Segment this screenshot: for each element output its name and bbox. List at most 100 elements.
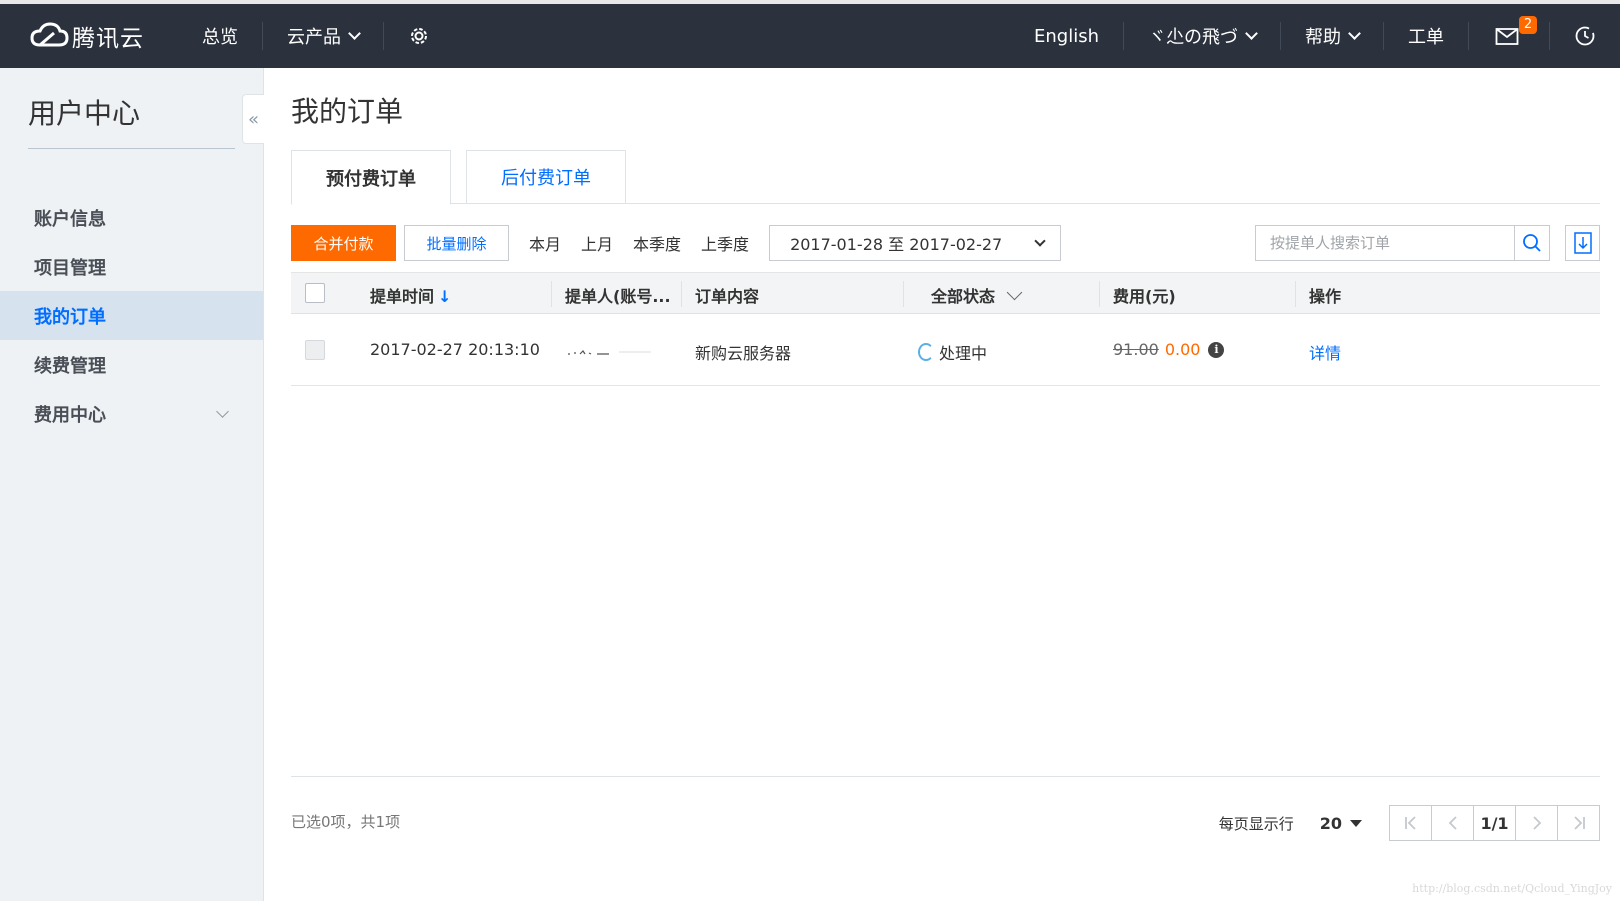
detail-link-label: 详情: [1309, 344, 1342, 363]
range-this-quarter[interactable]: 本季度: [633, 231, 681, 255]
brand-logo[interactable]: 腾讯云: [28, 19, 178, 53]
order-content: 新购云服务器: [695, 344, 792, 363]
column-divider: [903, 281, 904, 307]
chevron-down-icon: [1348, 27, 1361, 40]
status-filter-label: 全部状态: [931, 287, 996, 306]
chevron-down-icon: [1034, 235, 1046, 247]
sidebar: 用户中心 账户信息 项目管理 我的订单 续费管理 费用中心: [0, 68, 264, 901]
chevron-down-icon: [1245, 27, 1258, 40]
per-page-value: 20: [1319, 813, 1342, 833]
double-chevron-left-icon: «: [247, 108, 259, 130]
range-last-quarter[interactable]: 上季度: [701, 231, 749, 255]
chevron-left-icon: [1448, 816, 1457, 830]
search-icon: [1523, 234, 1541, 252]
table-row: 2017-02-27 20:13:10 新购云服务器 处理中 91.00 0.0…: [291, 314, 1600, 386]
range-last-month[interactable]: 上月: [581, 231, 613, 255]
header-time[interactable]: 提单时间 ↓: [370, 283, 451, 307]
date-range-select[interactable]: 2017-01-28 至 2017-02-27: [769, 225, 1062, 261]
language-label: English: [1034, 25, 1099, 47]
order-status: 处理中: [918, 340, 987, 364]
export-download-button[interactable]: [1565, 225, 1600, 261]
submitter-search-input[interactable]: [1255, 225, 1515, 261]
nav-overview[interactable]: 总览: [178, 2, 262, 70]
first-page-button[interactable]: [1389, 805, 1432, 841]
actual-price: 0.00: [1164, 340, 1201, 359]
nav-products[interactable]: 云产品: [263, 2, 383, 70]
brand-name: 腾讯云: [72, 26, 144, 52]
sidebar-collapse-button[interactable]: «: [242, 94, 264, 144]
order-status-label: 处理中: [939, 344, 988, 363]
search-group: [1255, 225, 1600, 261]
chevron-down-icon: [348, 27, 361, 40]
chevron-right-icon: [1532, 816, 1541, 830]
sidebar-item-label: 项目管理: [34, 257, 106, 279]
selection-summary: 已选0项，共1项: [291, 813, 401, 831]
chevron-down-icon: [1006, 284, 1023, 300]
row-checkbox[interactable]: [305, 340, 325, 360]
search-button[interactable]: [1515, 225, 1550, 261]
sort-desc-icon: ↓: [438, 287, 452, 306]
header-time-label: 提单时间: [370, 287, 435, 306]
tab-postpaid-orders[interactable]: 后付费订单: [466, 150, 626, 204]
ticket-link[interactable]: 工单: [1384, 2, 1468, 70]
next-page-button[interactable]: [1515, 805, 1558, 841]
tab-label: 后付费订单: [501, 168, 591, 189]
language-switch[interactable]: English: [1010, 2, 1123, 70]
order-fee: 91.00 0.00 i: [1113, 340, 1225, 359]
help-label: 帮助: [1305, 27, 1341, 48]
header-submitter: 提单人(账号...: [565, 287, 671, 306]
column-divider: [1295, 281, 1296, 307]
download-icon: [1573, 232, 1592, 254]
orders-table: 提单时间 ↓ 提单人(账号... 订单内容 全部状态 费用(元) 操作 2017-…: [291, 272, 1600, 386]
chevron-down-icon: [216, 405, 229, 418]
help-menu[interactable]: 帮助: [1281, 2, 1383, 70]
settings-button[interactable]: [384, 2, 454, 70]
select-all-checkbox[interactable]: [305, 283, 325, 303]
mail-icon: [1495, 28, 1519, 45]
watermark-text: http://blog.csdn.net/Qcloud_YingJoy: [1412, 882, 1612, 895]
merge-pay-button[interactable]: 合并付款: [291, 225, 396, 261]
loading-spinner-icon: [918, 343, 934, 361]
status-filter[interactable]: 全部状态: [931, 283, 1023, 307]
sidebar-item-my-orders[interactable]: 我的订单: [0, 291, 263, 340]
clock-icon: [1575, 26, 1595, 46]
sidebar-item-renewal-management[interactable]: 续费管理: [0, 340, 263, 389]
ticket-label: 工单: [1408, 27, 1444, 48]
main-content: 我的订单 预付费订单 后付费订单 合并付款 批量删除 本月 上月 本季度 上季度…: [291, 68, 1600, 386]
page-indicator: 1/1: [1473, 805, 1516, 841]
sidebar-item-project-management[interactable]: 项目管理: [0, 242, 263, 291]
range-this-month[interactable]: 本月: [529, 231, 561, 255]
order-toolbar: 合并付款 批量删除 本月 上月 本季度 上季度 2017-01-28 至 201…: [291, 224, 1600, 262]
column-divider: [1099, 281, 1100, 307]
column-divider: [681, 281, 682, 307]
order-detail-link[interactable]: 详情: [1309, 340, 1341, 364]
sidebar-item-account-info[interactable]: 账户信息: [0, 193, 263, 242]
history-button[interactable]: [1550, 2, 1620, 70]
info-icon[interactable]: i: [1208, 341, 1225, 358]
sidebar-item-label: 账户信息: [34, 208, 106, 230]
sidebar-item-label: 我的订单: [34, 306, 106, 328]
tab-prepaid-orders[interactable]: 预付费订单: [291, 150, 451, 205]
per-page-select[interactable]: 20: [1320, 814, 1362, 833]
table-footer: 已选0项，共1项 每页显示行 20 1/1: [291, 776, 1600, 866]
messages-button[interactable]: 2: [1469, 2, 1549, 70]
header-action: 操作: [1309, 287, 1342, 306]
redacted-mark: [568, 350, 651, 355]
original-price: 91.00: [1113, 340, 1159, 359]
table-header: 提单时间 ↓ 提单人(账号... 订单内容 全部状态 费用(元) 操作: [291, 272, 1600, 314]
gear-icon: [411, 28, 427, 44]
user-menu[interactable]: ヾ尐の飛づ: [1124, 2, 1280, 70]
nav-products-label: 云产品: [287, 27, 341, 48]
username-label: ヾ尐の飛づ: [1148, 27, 1238, 48]
prev-page-button[interactable]: [1431, 805, 1474, 841]
sidebar-item-billing-center[interactable]: 费用中心: [0, 389, 263, 438]
order-type-tabs: 预付费订单 后付费订单: [291, 150, 1600, 205]
batch-delete-button[interactable]: 批量删除: [404, 225, 509, 261]
sidebar-title: 用户中心: [28, 97, 141, 130]
sidebar-menu: 账户信息 项目管理 我的订单 续费管理 费用中心: [0, 193, 263, 438]
column-divider: [551, 281, 552, 307]
page-title: 我的订单: [291, 95, 404, 128]
top-nav-bar: 腾讯云 总览 云产品 English ヾ尐の飛づ 帮助 工单 2: [0, 0, 1620, 68]
header-fee: 费用(元): [1113, 287, 1176, 306]
last-page-button[interactable]: [1557, 805, 1600, 841]
